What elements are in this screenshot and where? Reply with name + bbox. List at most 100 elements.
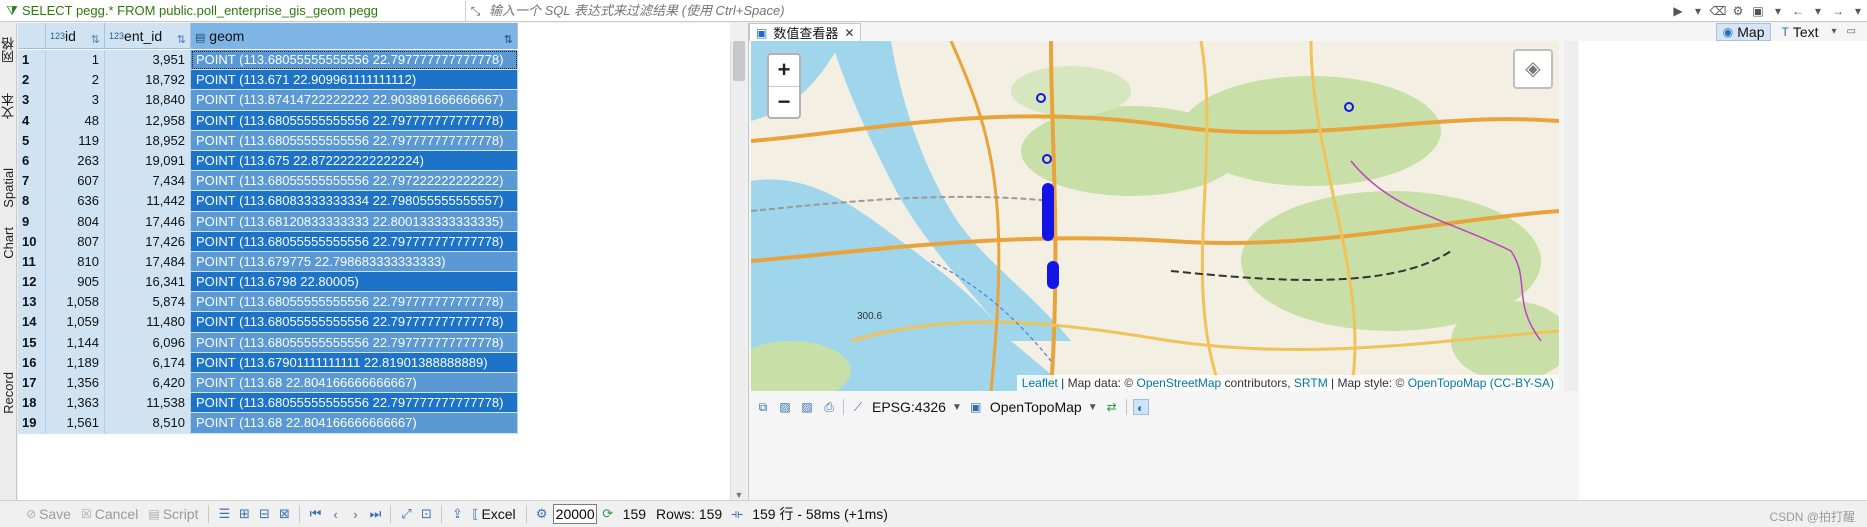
filter-save-icon[interactable]: ▣ [1749, 2, 1767, 20]
ent-id-cell[interactable]: 17,426 [105, 231, 191, 252]
row-number-cell[interactable]: 14 [18, 312, 46, 333]
geom-cell[interactable]: POINT (113.68083333333334 22.79805555555… [191, 191, 518, 212]
table-row[interactable]: 14 1,059 11,480 POINT (113.68055555555556 2… [18, 312, 518, 333]
ent-id-cell[interactable]: 17,484 [105, 251, 191, 273]
id-cell[interactable]: 1,363 [46, 393, 105, 414]
ent-id-cell[interactable]: 17,446 [105, 211, 191, 232]
erase-filter-icon[interactable]: ⌫ [1709, 2, 1727, 20]
add-row-icon[interactable]: ⊞ [235, 506, 253, 522]
row-number-cell[interactable]: 11 [18, 251, 46, 273]
srtm-link[interactable]: SRTM [1294, 376, 1328, 390]
viewer-vertical-scrollbar[interactable] [1564, 41, 1578, 391]
geom-cell[interactable]: POINT (113.87414722222222 22.90389166666… [191, 90, 518, 111]
id-cell[interactable]: 1,356 [46, 373, 105, 394]
ent-id-cell[interactable]: 16,341 [105, 272, 191, 293]
excel-button[interactable]: ⟦ Excel [468, 506, 519, 522]
id-cell[interactable]: 1,144 [46, 332, 105, 353]
previous-page-icon[interactable]: ‹ [326, 507, 344, 522]
id-cell[interactable]: 804 [46, 211, 105, 232]
filter-menu-icon[interactable]: ▾ [1769, 2, 1787, 20]
ent-id-cell[interactable]: 11,538 [105, 393, 191, 414]
delete-row-icon[interactable]: ⊠ [275, 506, 293, 522]
geom-cell[interactable]: POINT (113.679775 22.798683333333333) [191, 251, 518, 273]
crs-dropdown-icon[interactable]: ▼ [952, 402, 962, 413]
column-header-geom[interactable]: ▤ geom ⇅ [191, 23, 518, 49]
row-number-cell[interactable]: 7 [18, 171, 46, 192]
id-cell[interactable]: 2 [46, 70, 105, 91]
scrollbar-thumb[interactable] [733, 41, 745, 81]
history-dropdown-icon[interactable]: ▾ [1689, 2, 1707, 20]
first-page-icon[interactable]: ⏮ [306, 506, 324, 522]
row-number-cell[interactable]: 19 [18, 413, 46, 434]
tab-chart[interactable]: Chart [0, 213, 17, 273]
text-mode-button[interactable]: T Text [1775, 23, 1824, 41]
basemap-dropdown-icon[interactable]: ▼ [1088, 402, 1098, 413]
row-number-cell[interactable]: 2 [18, 70, 46, 91]
row-number-cell[interactable]: 17 [18, 373, 46, 394]
layers-icon[interactable]: ◈ [1513, 49, 1553, 89]
row-number-cell[interactable]: 1 [18, 50, 46, 71]
id-cell[interactable]: 48 [46, 110, 105, 131]
geom-cell[interactable]: POINT (113.68055555555556 22.79777777777… [191, 130, 518, 151]
geom-cell[interactable]: POINT (113.68055555555556 22.79777777777… [191, 312, 518, 333]
back-dropdown-icon[interactable]: ▾ [1809, 2, 1827, 20]
ent-id-cell[interactable]: 5,874 [105, 292, 191, 313]
leaflet-link[interactable]: Leaflet [1022, 376, 1058, 390]
table-row[interactable]: 16 1,189 6,174 POINT (113.67901111111111 22… [18, 352, 518, 373]
ent-id-cell[interactable]: 12,958 [105, 110, 191, 131]
geom-cell[interactable]: POINT (113.68 22.804166666666667) [191, 373, 518, 394]
minimize-icon[interactable]: ▭ [1844, 23, 1859, 41]
ent-id-cell[interactable]: 7,434 [105, 171, 191, 192]
geom-cell[interactable]: POINT (113.6798 22.80005) [191, 272, 518, 293]
id-cell[interactable]: 3 [46, 90, 105, 111]
geom-cell[interactable]: POINT (113.671 22.909961111111112) [191, 70, 518, 91]
tab-text[interactable]: 文本 [0, 83, 17, 129]
id-cell[interactable]: 905 [46, 272, 105, 293]
id-cell[interactable]: 1,561 [46, 413, 105, 434]
ent-id-cell[interactable]: 19,091 [105, 150, 191, 172]
table-row[interactable]: 10 807 17,426 POINT (113.68055555555556 22.… [18, 231, 518, 252]
ent-id-cell[interactable]: 6,420 [105, 373, 191, 394]
tab-record[interactable]: Record [0, 358, 17, 428]
table-row[interactable]: 15 1,144 6,096 POINT (113.68055555555556 22… [18, 332, 518, 353]
last-page-icon[interactable]: ⏭ [366, 506, 384, 522]
script-button[interactable]: ▤ Script [144, 506, 202, 522]
tab-value-viewer[interactable]: ▣ 数值查看器 ✕ [749, 23, 862, 41]
opentopomap-link[interactable]: OpenTopoMap [1408, 376, 1487, 390]
ent-id-cell[interactable]: 11,442 [105, 191, 191, 212]
row-number-cell[interactable]: 5 [18, 130, 46, 151]
map-view[interactable]: 300.6 + − ◈ Leaflet | Map data: © OpenSt… [751, 41, 1559, 391]
table-row[interactable]: 19 1,561 8,510 POINT (113.68 22.80416666666… [18, 413, 518, 434]
id-cell[interactable]: 607 [46, 171, 105, 192]
table-row[interactable]: 4 48 12,958 POINT (113.68055555555556 22.79… [18, 110, 518, 131]
export-icon[interactable]: ⇪ [448, 506, 466, 522]
ent-id-cell[interactable]: 6,174 [105, 352, 191, 373]
ent-id-cell[interactable]: 18,792 [105, 70, 191, 91]
save-image-icon[interactable]: ▨ [777, 399, 793, 415]
table-row[interactable]: 6 263 19,091 POINT (113.675 22.872222222222… [18, 150, 518, 172]
tab-grid[interactable]: 网格 [0, 27, 17, 73]
ent-id-cell[interactable]: 18,840 [105, 90, 191, 111]
license-link[interactable]: (CC-BY-SA) [1490, 376, 1554, 390]
save-button[interactable]: ⊘ Save [22, 506, 75, 522]
table-row[interactable]: 1 1 3,951 POINT (113.68055555555556 22.7977… [18, 50, 518, 71]
geom-cell[interactable]: POINT (113.68055555555556 22.79777777777… [191, 110, 518, 131]
scroll-down-icon[interactable]: ▼ [731, 490, 747, 500]
expand-filter-icon[interactable]: ⤡ [465, 0, 485, 21]
table-row[interactable]: 17 1,356 6,420 POINT (113.68 22.80416666666… [18, 373, 518, 394]
fetch-size-input[interactable] [552, 504, 597, 524]
row-number-cell[interactable]: 4 [18, 110, 46, 131]
sync-icon[interactable]: ⇄ [1104, 399, 1120, 415]
forward-dropdown-icon[interactable]: ▾ [1849, 2, 1867, 20]
zoom-out-button[interactable]: − [769, 86, 799, 117]
row-number-cell[interactable]: 15 [18, 332, 46, 353]
layout-icon[interactable]: ⊡ [417, 506, 435, 522]
fetch-settings-icon[interactable]: ⚙ [533, 506, 551, 522]
back-icon[interactable]: ← [1789, 2, 1807, 20]
table-row[interactable]: 11 810 17,484 POINT (113.679775 22.79868333… [18, 251, 518, 273]
refresh-icon[interactable]: ⟳ [599, 506, 617, 522]
ent-id-cell[interactable]: 8,510 [105, 413, 191, 434]
geom-cell[interactable]: POINT (113.67901111111111 22.81901388888… [191, 352, 518, 373]
id-cell[interactable]: 636 [46, 191, 105, 212]
ent-id-cell[interactable]: 6,096 [105, 332, 191, 353]
